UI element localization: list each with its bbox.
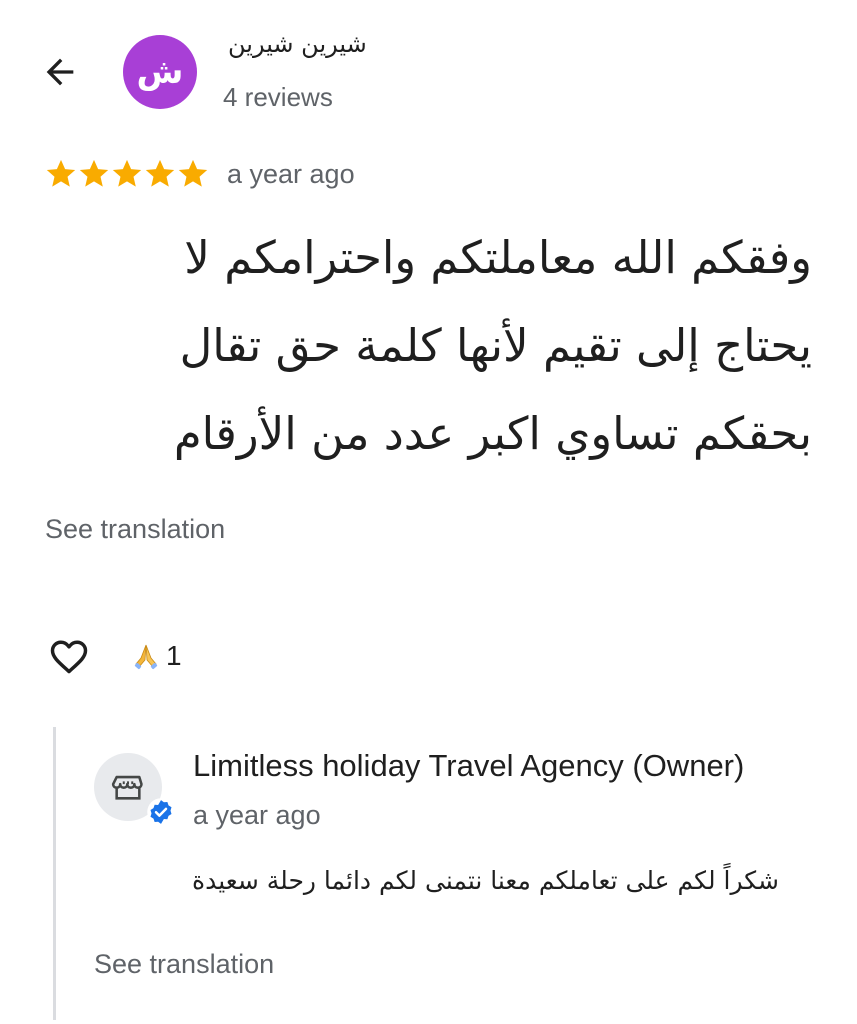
heart-outline-icon[interactable] xyxy=(46,634,92,678)
reviewer-review-count: 4 reviews xyxy=(223,82,333,112)
reviewer-name[interactable]: شيرين شيرين xyxy=(228,30,367,58)
folded-hands-emoji-icon xyxy=(134,644,158,670)
owner-reply-text: شكراً لكم على تعاملكم معنا نتمنى لكم دائ… xyxy=(192,866,779,895)
review-text: وفقكم الله معاملتكم واحترامكم لا يحتاج إ… xyxy=(173,231,812,460)
owner-name[interactable]: Limitless holiday Travel Agency (Owner) xyxy=(193,748,744,784)
storefront-icon xyxy=(111,775,143,800)
reactions-row: 1 xyxy=(46,634,182,678)
owner-reply-date: a year ago xyxy=(193,800,321,830)
avatar-initials: ش xyxy=(136,52,184,92)
star-icon xyxy=(145,159,175,187)
star-icon xyxy=(112,159,142,187)
star-rating xyxy=(44,157,209,191)
see-translation-link[interactable]: See translation xyxy=(45,514,225,545)
star-icon xyxy=(178,159,208,187)
reaction-chip[interactable]: 1 xyxy=(132,640,182,672)
arrow-left-icon xyxy=(46,58,74,86)
verified-badge-icon xyxy=(147,798,175,826)
star-icon xyxy=(46,159,76,187)
review-date: a year ago xyxy=(227,158,355,189)
owner-see-translation-link[interactable]: See translation xyxy=(94,949,274,980)
star-icon xyxy=(79,159,109,187)
reviewer-avatar[interactable]: ش xyxy=(123,35,197,109)
rating-row: a year ago xyxy=(44,157,355,191)
reaction-count: 1 xyxy=(166,640,182,671)
back-button[interactable] xyxy=(40,52,80,92)
reply-divider-line xyxy=(53,727,56,1020)
